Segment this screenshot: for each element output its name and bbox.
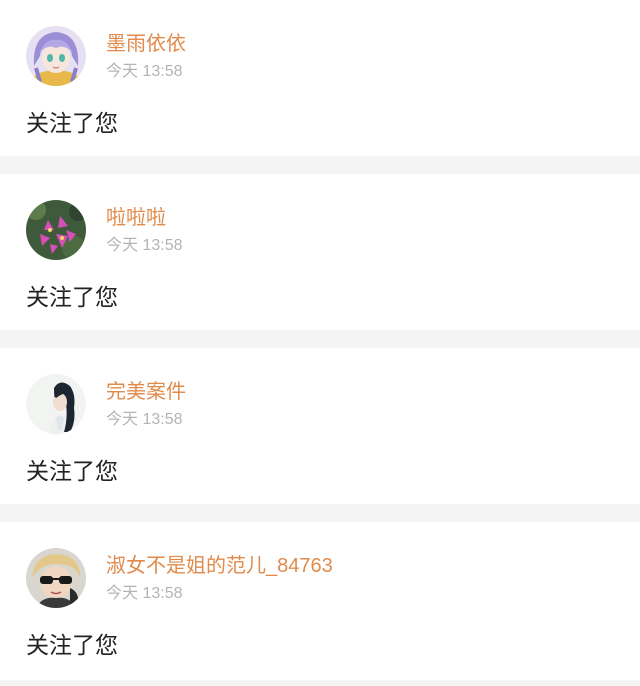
user-name[interactable]: 完美案件: [106, 380, 186, 404]
blonde-sunglasses-avatar-icon[interactable]: [26, 548, 86, 608]
notification-item[interactable]: 墨雨依依 今天 13:58 关注了您: [0, 0, 640, 156]
notification-message: 关注了您: [26, 110, 118, 136]
notification-item[interactable]: 淑女不是姐的范儿_84763 今天 13:58 关注了您: [0, 522, 640, 680]
user-name[interactable]: 啦啦啦: [106, 206, 166, 230]
anime-girl-avatar-icon[interactable]: [26, 26, 86, 86]
notification-item[interactable]: 啦啦啦 今天 13:58 关注了您: [0, 174, 640, 330]
notification-message: 关注了您: [26, 632, 118, 658]
notification-item[interactable]: 完美案件 今天 13:58 关注了您: [0, 348, 640, 504]
pink-flowers-avatar-icon[interactable]: [26, 200, 86, 260]
notification-message: 关注了您: [26, 284, 118, 310]
timestamp: 今天 13:58: [106, 585, 183, 602]
notification-message: 关注了您: [26, 458, 118, 484]
user-name[interactable]: 墨雨依依: [106, 32, 186, 56]
timestamp: 今天 13:58: [106, 411, 183, 428]
dark-hair-girl-avatar-icon[interactable]: [26, 374, 86, 434]
timestamp: 今天 13:58: [106, 237, 183, 254]
user-name[interactable]: 淑女不是姐的范儿_84763: [106, 554, 333, 578]
notification-feed: 墨雨依依 今天 13:58 关注了您 啦啦啦 今天 13:58 关注了您 完美案…: [0, 0, 640, 686]
timestamp: 今天 13:58: [106, 63, 183, 80]
